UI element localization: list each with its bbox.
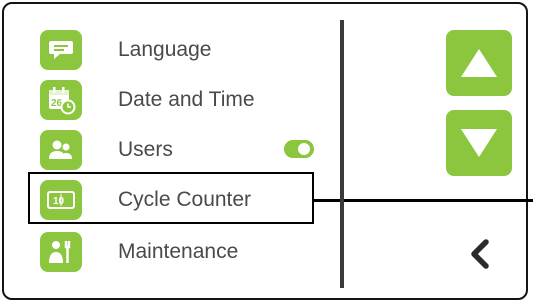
language-icon [40, 30, 82, 70]
panel-divider [340, 20, 344, 288]
menu-item-language[interactable]: Language [40, 30, 320, 70]
scroll-down-button[interactable] [446, 110, 512, 176]
maintenance-icon [40, 232, 82, 272]
chevron-left-icon [471, 239, 489, 269]
users-icon [40, 130, 82, 170]
arrow-down-icon [461, 129, 497, 157]
scroll-up-button[interactable] [446, 30, 512, 96]
menu-item-date-and-time[interactable]: 26 Date and Time [40, 80, 320, 120]
menu-item-label: Date and Time [118, 88, 255, 111]
menu-item-label: Language [118, 38, 212, 61]
menu-item-users[interactable]: Users [40, 130, 320, 170]
back-button[interactable] [458, 232, 502, 276]
callout-line [314, 199, 533, 202]
users-toggle[interactable] [284, 140, 314, 158]
toggle-knob [298, 143, 310, 155]
arrow-up-icon [461, 49, 497, 77]
menu-item-label: Users [118, 138, 173, 161]
menu-item-maintenance[interactable]: Maintenance [40, 232, 320, 272]
highlight-box [28, 172, 314, 224]
menu-item-label: Maintenance [118, 240, 239, 263]
calendar-clock-icon: 26 [40, 80, 82, 120]
